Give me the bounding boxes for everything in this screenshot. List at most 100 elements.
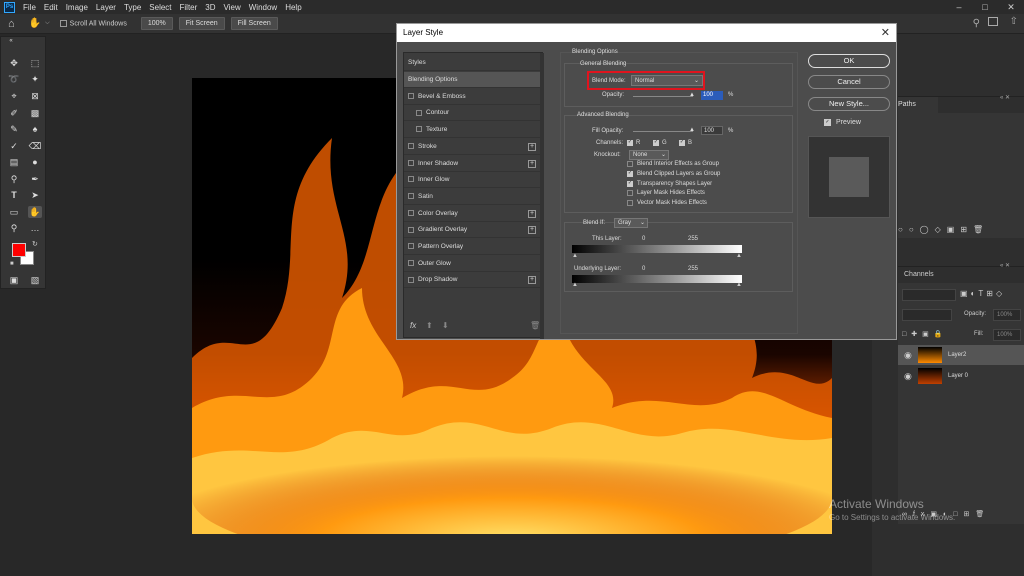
menu-filter[interactable]: Filter (180, 3, 198, 12)
opacity-slider-handle[interactable]: ▲ (689, 92, 695, 98)
tab-channels[interactable]: Channels (904, 267, 934, 283)
search-icon[interactable]: ⚲ (973, 18, 980, 29)
style-item-drop-shadow[interactable]: Drop Shadow + (404, 272, 540, 289)
blend-if-select[interactable]: Gray ⌄ (614, 218, 648, 228)
style-checkbox[interactable] (408, 159, 414, 166)
menu-type[interactable]: Type (124, 3, 141, 12)
add-effect-plus-icon[interactable]: + (528, 276, 536, 285)
channel-b-checkbox[interactable]: ✓ (679, 140, 685, 146)
marquee-tool-icon[interactable]: ⬚ (28, 57, 42, 69)
fit-screen-button[interactable]: Fit Screen (178, 17, 225, 30)
dodge-tool-icon[interactable]: ⚲ (7, 173, 21, 185)
history-brush-icon[interactable]: ✓ (7, 140, 21, 152)
collapse-panel-icon[interactable]: « ✕ (1000, 262, 1010, 269)
knockout-select[interactable]: None ⌄ (629, 150, 669, 160)
style-item-gradient-overlay[interactable]: Gradient Overlay + (404, 222, 540, 239)
channel-r-checkbox[interactable]: ✓ (627, 140, 633, 146)
style-item-pattern-overlay[interactable]: Pattern Overlay (404, 239, 540, 255)
foreground-color-swatch[interactable] (12, 243, 26, 257)
lasso-tool-icon[interactable]: ➰ (7, 73, 21, 85)
gradient-tool-icon[interactable]: ▤ (7, 156, 21, 168)
layer-filter-field[interactable] (902, 289, 956, 301)
more-tools-icon[interactable]: … (28, 222, 42, 234)
option-checkbox[interactable] (627, 200, 633, 207)
add-effect-plus-icon[interactable]: + (528, 159, 536, 168)
this-layer-gradient-slider[interactable] (572, 245, 742, 253)
blur-tool-icon[interactable]: ● (28, 156, 42, 168)
menu-view[interactable]: View (224, 3, 241, 12)
style-checkbox[interactable] (408, 276, 414, 283)
style-checkbox[interactable] (408, 226, 414, 233)
screen-mode-icon[interactable]: ▧ (28, 274, 42, 286)
stamp-tool-icon[interactable]: ♠ (28, 123, 42, 135)
frame-tool-icon[interactable]: ⊠ (28, 90, 42, 102)
type-tool-icon[interactable]: T (7, 189, 21, 201)
style-item-contour[interactable]: Contour (404, 105, 540, 122)
menu-layer[interactable]: Layer (96, 3, 116, 12)
style-checkbox[interactable] (408, 259, 414, 266)
this-layer-black-handle[interactable]: ▲ (572, 253, 578, 259)
opacity-input[interactable]: 100 (701, 91, 723, 100)
style-item-stroke[interactable]: Stroke + (404, 139, 540, 155)
fill-opacity-input[interactable]: 100 (701, 126, 723, 135)
option-checkbox[interactable] (627, 161, 633, 167)
style-item-texture[interactable]: Texture (404, 122, 540, 139)
chevron-down-icon[interactable]: ⌵ (45, 20, 50, 27)
layer-row-layer2[interactable]: ◉ Layer2 (898, 345, 1024, 365)
fill-opacity-slider[interactable] (633, 131, 693, 132)
close-window-icon[interactable]: ✕ (998, 0, 1024, 14)
style-checkbox[interactable] (408, 209, 414, 216)
quick-mask-icon[interactable]: ▣ (7, 274, 21, 286)
move-down-icon[interactable]: ⬇ (442, 321, 449, 330)
hand-tool-active-icon[interactable]: ✋ (28, 206, 42, 218)
preview-checkbox[interactable]: ✓ (824, 119, 831, 126)
move-tool-icon[interactable]: ✥ (7, 57, 21, 69)
paths-panel-footer-icons[interactable]: ○○◯◇▣⊞🗑 (898, 225, 1024, 239)
workspace-icon[interactable] (988, 17, 998, 26)
visibility-eye-icon[interactable]: ◉ (904, 366, 912, 386)
blend-mode-select[interactable] (902, 309, 952, 321)
share-icon[interactable]: ⇧ (1010, 16, 1018, 27)
style-item-inner-glow[interactable]: Inner Glow (404, 172, 540, 189)
fill-input[interactable]: 100% (993, 329, 1021, 341)
lock-icons[interactable]: □✚▣🔒 (902, 330, 947, 338)
channel-g-checkbox[interactable]: ✓ (653, 140, 659, 146)
menu-file[interactable]: File (23, 3, 36, 12)
move-up-icon[interactable]: ⬆ (426, 321, 433, 330)
cancel-button[interactable]: Cancel (808, 75, 890, 89)
home-icon[interactable]: ⌂ (8, 18, 15, 30)
style-checkbox[interactable] (416, 109, 422, 116)
option-checkbox[interactable]: ✓ (627, 180, 633, 187)
this-layer-white-handle[interactable]: ▲ (736, 253, 742, 259)
menu-select[interactable]: Select (149, 3, 171, 12)
fill-screen-button[interactable]: Fill Screen (230, 17, 278, 30)
add-effect-plus-icon[interactable]: + (528, 142, 536, 151)
style-item-satin[interactable]: Satin (404, 189, 540, 205)
zoom-tool-icon[interactable]: ⚲ (7, 222, 21, 234)
path-select-icon[interactable]: ➤ (28, 189, 42, 201)
style-item-outer-glow[interactable]: Outer Glow (404, 256, 540, 272)
pen-tool-icon[interactable]: ✒ (28, 173, 42, 185)
menu-image[interactable]: Image (66, 3, 88, 12)
underlying-layer-black-handle[interactable]: ▲ (572, 282, 578, 288)
style-checkbox[interactable] (408, 176, 414, 183)
swap-colors-icon[interactable]: ↻ (32, 240, 38, 248)
scroll-all-windows-checkbox[interactable]: Scroll All Windows (59, 19, 127, 27)
opacity-input[interactable]: 100% (993, 309, 1021, 321)
underlying-layer-white-handle[interactable]: ▲ (736, 282, 742, 288)
style-item-bevel-emboss[interactable]: Bevel & Emboss (404, 89, 540, 105)
collapse-panel-icon[interactable]: « ✕ (1000, 94, 1010, 101)
new-style-button[interactable]: New Style... (808, 97, 890, 111)
style-checkbox[interactable] (416, 126, 422, 133)
add-effect-plus-icon[interactable]: + (528, 226, 536, 235)
tab-paths[interactable]: Paths (898, 97, 938, 113)
minimize-icon[interactable]: – (946, 0, 972, 14)
maximize-icon[interactable]: □ (972, 0, 998, 14)
crop-tool-icon[interactable]: ⌖ (7, 90, 21, 102)
healing-brush-icon[interactable]: ▩ (28, 107, 42, 119)
visibility-eye-icon[interactable]: ◉ (904, 345, 912, 365)
fill-opacity-slider-handle[interactable]: ▲ (689, 127, 695, 133)
close-icon[interactable]: ✕ (881, 26, 890, 39)
menu-window[interactable]: Window (249, 3, 277, 12)
style-checkbox[interactable] (408, 243, 414, 250)
